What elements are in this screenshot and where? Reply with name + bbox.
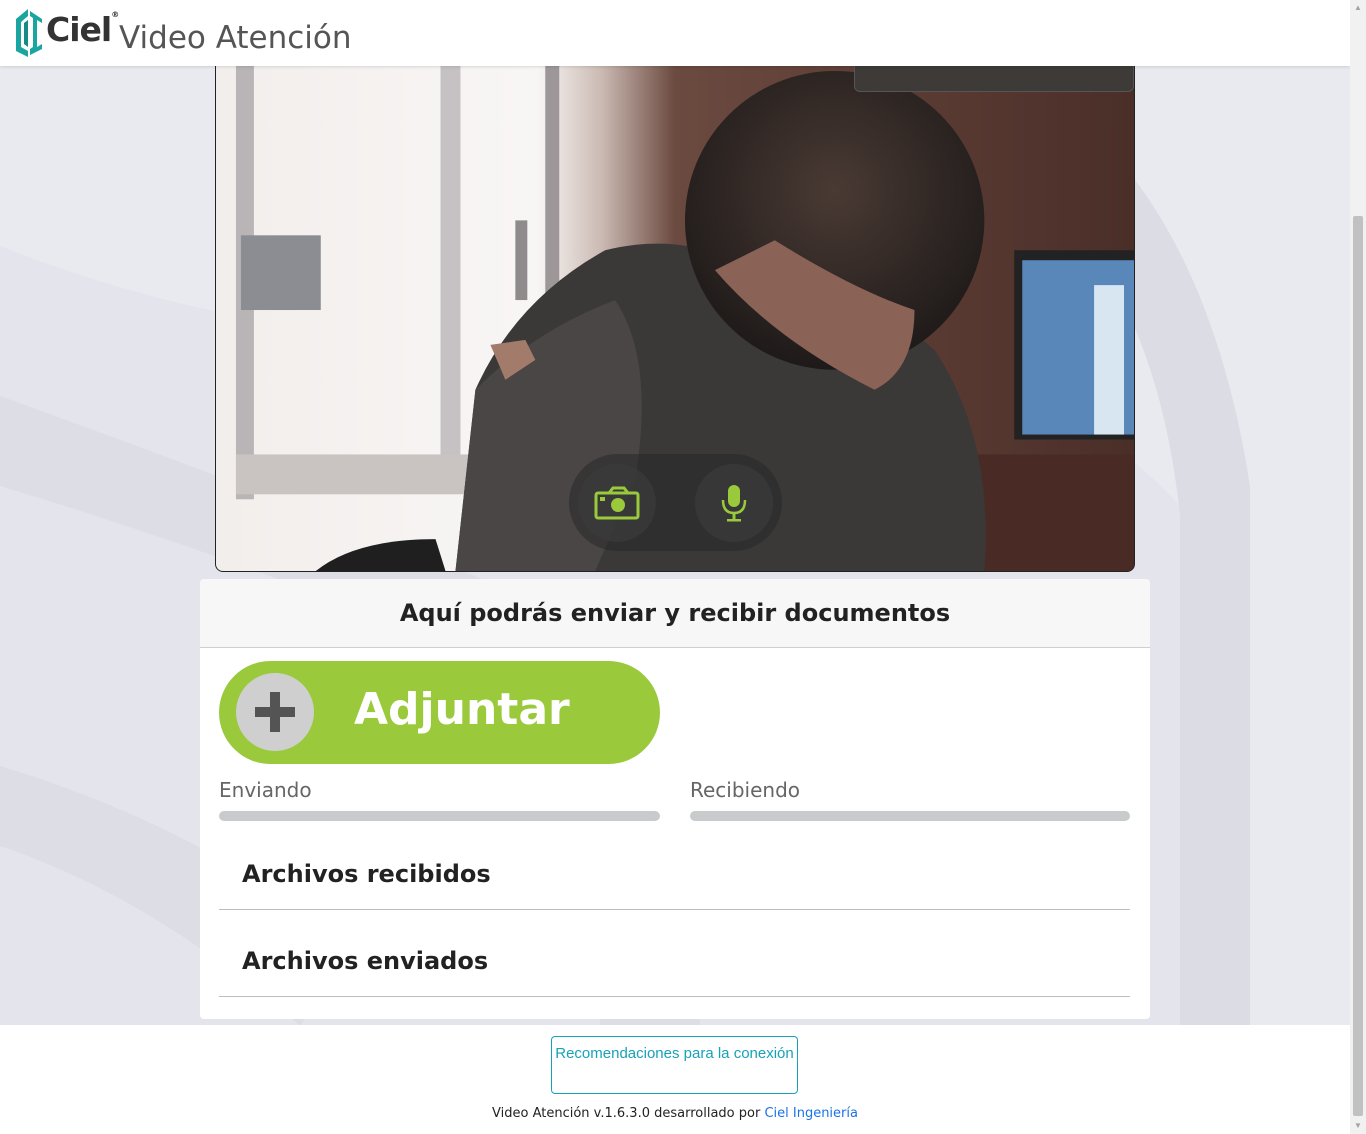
ciel-logo-icon bbox=[16, 9, 42, 57]
scroll-down-arrow-icon[interactable]: ▼ bbox=[1350, 1118, 1366, 1134]
receiving-label: Recibiendo bbox=[690, 778, 801, 802]
sending-progress-bar bbox=[219, 811, 660, 821]
camera-icon bbox=[594, 486, 640, 520]
app-header: Ciel® Video Atención bbox=[0, 0, 1350, 66]
ciel-logo[interactable]: Ciel® bbox=[14, 7, 119, 57]
microphone-toggle-button[interactable] bbox=[695, 464, 773, 542]
version-info: Video Atención v.1.6.3.0 desarrollado po… bbox=[0, 1106, 1350, 1121]
logo-text: Ciel® bbox=[46, 9, 119, 49]
documents-header: Aquí podrás enviar y recibir documentos bbox=[200, 579, 1150, 648]
receiving-progress-bar bbox=[690, 811, 1130, 821]
version-text: Video Atención v.1.6.3.0 desarrollado po… bbox=[492, 1106, 761, 1121]
plus-icon bbox=[236, 673, 314, 751]
scroll-up-arrow-icon[interactable]: ▲ bbox=[1350, 0, 1366, 16]
received-files-title: Archivos recibidos bbox=[242, 860, 491, 888]
documents-panel: Aquí podrás enviar y recibir documentos … bbox=[200, 579, 1150, 1019]
sent-files-section[interactable]: Archivos enviados bbox=[219, 927, 1130, 997]
attach-label: Adjuntar bbox=[354, 684, 570, 735]
sending-label: Enviando bbox=[219, 778, 312, 802]
call-controls bbox=[569, 454, 782, 551]
microphone-icon bbox=[721, 485, 747, 522]
developer-link[interactable]: Ciel Ingeniería bbox=[764, 1106, 858, 1121]
documents-heading: Aquí podrás enviar y recibir documentos bbox=[399, 599, 951, 627]
page-footer: Recomendaciones para la conexión Video A… bbox=[0, 1025, 1350, 1134]
remote-video bbox=[215, 60, 1135, 572]
connection-recommendations-button[interactable]: Recomendaciones para la conexión bbox=[551, 1036, 798, 1094]
received-files-section[interactable]: Archivos recibidos bbox=[219, 840, 1130, 910]
scroll-thumb[interactable] bbox=[1353, 216, 1363, 1116]
page-title: Video Atención bbox=[119, 20, 352, 56]
page-scrollbar[interactable]: ▲ ▼ bbox=[1350, 0, 1366, 1134]
attach-button[interactable]: Adjuntar bbox=[219, 661, 660, 764]
camera-toggle-button[interactable] bbox=[578, 464, 656, 542]
sent-files-title: Archivos enviados bbox=[242, 947, 489, 975]
